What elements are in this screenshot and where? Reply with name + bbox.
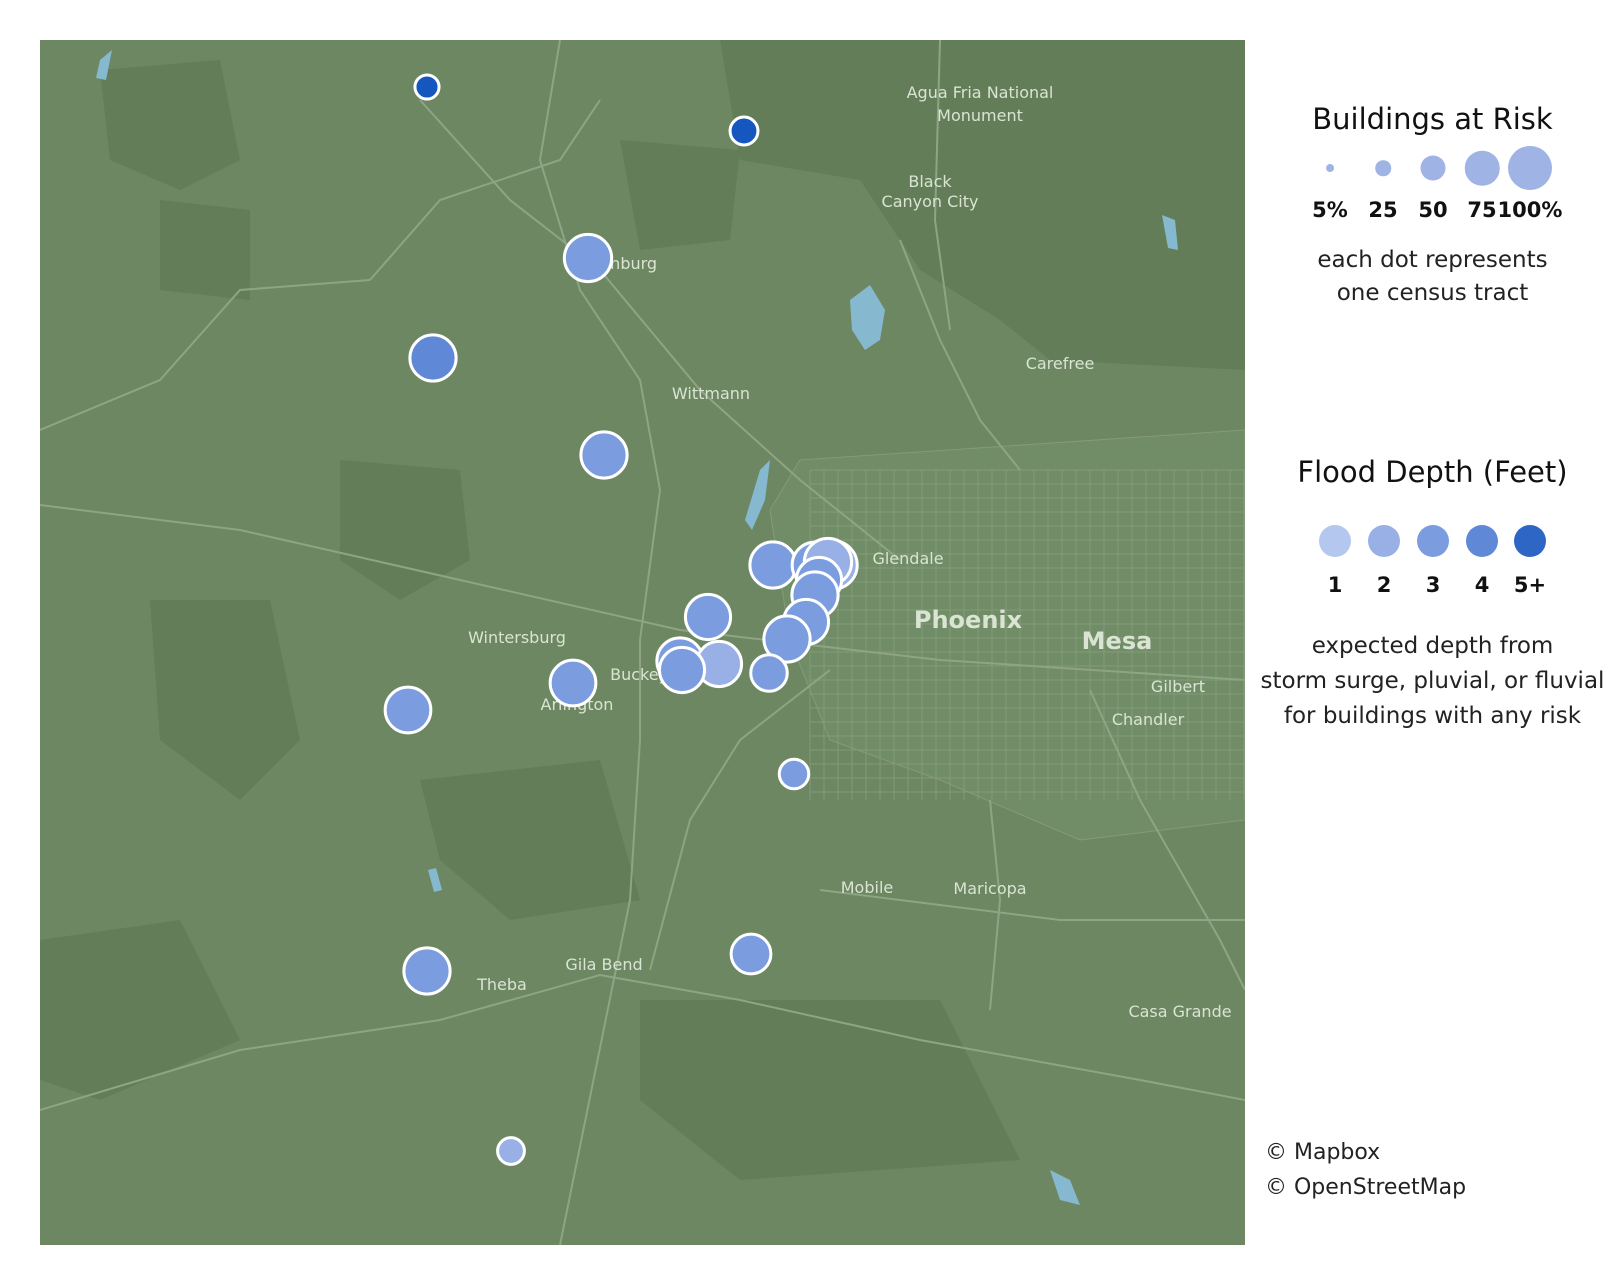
size-swatch xyxy=(1464,150,1500,186)
place-label: Phoenix xyxy=(914,606,1023,634)
depth-swatch xyxy=(1466,525,1498,557)
census-tract-dot[interactable] xyxy=(548,658,598,708)
census-tract-dot[interactable] xyxy=(402,946,452,996)
place-label: Mesa xyxy=(1082,627,1153,655)
place-label: Mobile xyxy=(841,878,893,897)
size-swatch-label: 100% xyxy=(1497,198,1563,222)
legend-size-note-line-1: each dot represents xyxy=(1317,247,1548,273)
place-label: Gila Bend xyxy=(565,955,642,974)
size-swatch-row xyxy=(1310,136,1552,196)
place-label: Wintersburg xyxy=(468,628,566,647)
place-label: Wittmann xyxy=(672,384,750,403)
legend-depth-note-line-3: for buildings with any risk xyxy=(1283,703,1582,729)
legend-depth-title: Flood Depth (Feet) xyxy=(1297,455,1568,489)
census-tract-dot[interactable] xyxy=(749,653,789,693)
legend-depth-note-line-1: expected depth from xyxy=(1311,633,1554,659)
size-swatch-label: 25 xyxy=(1368,198,1398,222)
depth-swatch-label: 2 xyxy=(1376,573,1392,597)
census-tract-dot[interactable] xyxy=(579,430,629,480)
census-tract-dot[interactable] xyxy=(729,932,773,976)
size-swatch xyxy=(1326,164,1334,172)
size-swatch xyxy=(1420,155,1446,181)
census-tract-dot[interactable] xyxy=(728,115,760,147)
place-label: Agua Fria National xyxy=(907,83,1054,102)
place-label: Casa Grande xyxy=(1128,1002,1231,1021)
census-tract-dot[interactable] xyxy=(777,757,811,791)
census-tract-dot[interactable] xyxy=(683,592,733,642)
place-label: Glendale xyxy=(872,549,943,568)
place-label: Maricopa xyxy=(953,879,1026,898)
census-tract-dot[interactable] xyxy=(748,540,798,590)
depth-swatch-label: 5+ xyxy=(1513,573,1547,597)
place-label: Monument xyxy=(937,106,1023,125)
place-label: Carefree xyxy=(1026,354,1095,373)
depth-swatch-label: 1 xyxy=(1327,573,1343,597)
census-tract-dot[interactable] xyxy=(383,685,433,735)
depth-swatch-row xyxy=(1310,511,1555,571)
size-swatch-label: 50 xyxy=(1418,198,1448,222)
depth-swatch-label: 4 xyxy=(1474,573,1490,597)
attribution-mapbox[interactable]: © Mapbox xyxy=(1265,1140,1380,1165)
map-panel[interactable]: Agua Fria National Monument Black Canyon Ci… xyxy=(40,40,1245,1245)
place-label: Chandler xyxy=(1112,710,1185,729)
legend-size-note-line-2: one census tract xyxy=(1336,280,1529,306)
legend-depth-note: expected depth from storm surge, pluvial… xyxy=(1255,629,1610,734)
place-label: Theba xyxy=(476,975,527,994)
census-tract-dot[interactable] xyxy=(408,333,458,383)
size-swatch-label: 75 xyxy=(1467,198,1497,222)
legend-buildings-at-risk: Buildings at Risk 5% 25 50 75 100% each dot … xyxy=(1255,102,1610,310)
depth-swatch xyxy=(1368,525,1400,557)
depth-label-row: 1 2 3 4 5+ xyxy=(1310,571,1555,607)
place-label: Gilbert xyxy=(1151,677,1205,696)
size-label-row: 5% 25 50 75 100% xyxy=(1310,196,1562,232)
map-canvas[interactable]: Agua Fria National Monument BlackCanyon Ci… xyxy=(40,40,1245,1245)
attribution-openstreetmap[interactable]: © OpenStreetMap xyxy=(1265,1175,1466,1200)
size-swatch-label: 5% xyxy=(1312,198,1348,222)
depth-swatch xyxy=(1514,525,1546,557)
legend-size-note: each dot represents one census tract xyxy=(1255,244,1610,310)
legend-flood-depth: Flood Depth (Feet) 1 2 3 4 5+ expected depth… xyxy=(1255,455,1610,734)
size-swatch xyxy=(1375,160,1391,176)
census-tract-dot[interactable] xyxy=(413,73,441,101)
census-tract-dot[interactable] xyxy=(562,232,614,284)
urban-area xyxy=(769,429,1245,841)
census-tract-dot[interactable] xyxy=(496,1136,526,1166)
place-label: Canyon City xyxy=(882,192,979,211)
depth-swatch-label: 3 xyxy=(1425,573,1441,597)
place-label: Black xyxy=(908,172,952,191)
depth-swatch xyxy=(1417,525,1449,557)
legend-size-title: Buildings at Risk xyxy=(1312,102,1553,136)
depth-swatch xyxy=(1319,525,1351,557)
size-swatch xyxy=(1508,146,1552,190)
census-tract-dot[interactable] xyxy=(657,645,707,695)
legend-depth-note-line-2: storm surge, pluvial, or fluvial xyxy=(1260,668,1605,694)
